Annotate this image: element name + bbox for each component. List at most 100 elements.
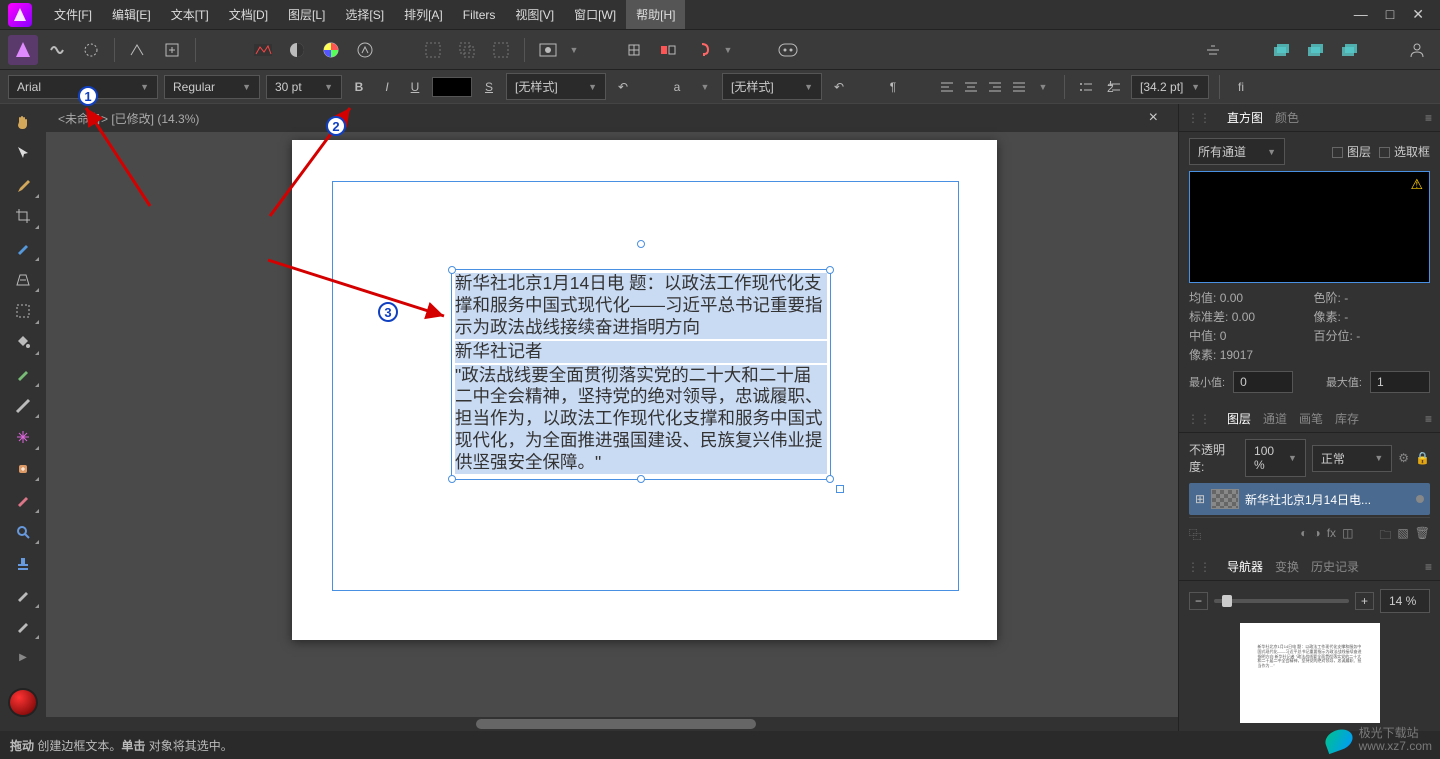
- font-size-dropdown[interactable]: 30 pt▼: [266, 75, 342, 99]
- layer-new-icon[interactable]: ▧: [1397, 526, 1408, 547]
- para-reset-icon[interactable]: ↶: [828, 76, 850, 98]
- tab-color[interactable]: 颜色: [1275, 109, 1299, 126]
- persona-photo-icon[interactable]: [8, 35, 38, 65]
- pilcrow-icon[interactable]: ¶: [882, 76, 904, 98]
- max-input[interactable]: [1370, 371, 1430, 393]
- list-bullet-button[interactable]: [1075, 76, 1097, 98]
- warning-icon[interactable]: ⚠: [1410, 176, 1423, 193]
- zoom-tool-icon[interactable]: [6, 518, 40, 546]
- marquee-tool-icon[interactable]: [6, 297, 40, 325]
- panel-grip-icon[interactable]: ⋮⋮: [1187, 412, 1211, 426]
- char-style-dropdown[interactable]: [无样式]▼: [506, 73, 606, 100]
- layer-fx-icon[interactable]: fx: [1327, 526, 1336, 547]
- ai-icon[interactable]: [773, 35, 803, 65]
- handle-tr[interactable]: [826, 266, 834, 274]
- menu-select[interactable]: 选择[S]: [335, 0, 394, 29]
- menu-document[interactable]: 文档[D]: [219, 0, 278, 29]
- char-style-icon[interactable]: S: [478, 76, 500, 98]
- quickmask-dropdown-icon[interactable]: ▼: [567, 35, 581, 65]
- layer-item[interactable]: ⊞ 新华社北京1月14日电...: [1189, 483, 1430, 515]
- clone-tool-icon[interactable]: [6, 486, 40, 514]
- leading-dropdown[interactable]: [34.2 pt]▼: [1131, 75, 1209, 99]
- panel-menu-icon[interactable]: ≡: [1425, 111, 1432, 125]
- menu-arrange[interactable]: 排列[A]: [394, 0, 453, 29]
- menu-view[interactable]: 视图[V]: [505, 0, 564, 29]
- paint-tool-icon[interactable]: [6, 234, 40, 262]
- assist-icon[interactable]: [687, 35, 717, 65]
- underline-button[interactable]: U: [404, 76, 426, 98]
- zoom-slider-thumb[interactable]: [1222, 595, 1232, 607]
- selection-new-icon[interactable]: [418, 35, 448, 65]
- menu-help[interactable]: 帮助[H]: [626, 0, 685, 29]
- smudge-tool-icon[interactable]: [6, 360, 40, 388]
- rotate-handle[interactable]: [637, 240, 645, 248]
- menu-window[interactable]: 窗口[W]: [564, 0, 626, 29]
- panel-menu-icon[interactable]: ≡: [1425, 412, 1432, 426]
- layer-thumbnail[interactable]: [1211, 489, 1239, 509]
- layer-group-icon[interactable]: ⿻: [1189, 526, 1201, 547]
- layer-crop-icon[interactable]: ◫: [1342, 526, 1353, 547]
- menu-filters[interactable]: Filters: [453, 2, 506, 28]
- zoom-dropdown[interactable]: 14 %: [1380, 589, 1430, 613]
- color-picker-tool-icon[interactable]: [6, 171, 40, 199]
- minimize-button[interactable]: —: [1354, 6, 1368, 23]
- canvas-area[interactable]: <未命名> [已修改] (14.3%) × 新华社北京1月14日电 题：以政法工…: [46, 104, 1178, 731]
- para-style-dropdown-icon[interactable]: ▼: [694, 76, 716, 98]
- menu-text[interactable]: 文本[T]: [161, 0, 219, 29]
- layer-adjust-icon[interactable]: ◑: [1313, 526, 1320, 547]
- menu-layer[interactable]: 图层[L]: [278, 0, 335, 29]
- selection-add-icon[interactable]: [452, 35, 482, 65]
- para-style-dropdown[interactable]: [无样式]▼: [722, 73, 822, 100]
- handle-overflow[interactable]: [836, 485, 844, 493]
- layer-merge-icon[interactable]: [1334, 35, 1364, 65]
- text-content[interactable]: 新华社北京1月14日电 题：以政法工作现代化支撑和服务中国式现代化——习近平总书…: [455, 273, 827, 474]
- menu-file[interactable]: 文件[F]: [44, 0, 102, 29]
- hand-tool-icon[interactable]: [6, 108, 40, 136]
- maximize-button[interactable]: □: [1386, 6, 1394, 23]
- assist-dropdown-icon[interactable]: ▼: [721, 35, 735, 65]
- handle-bl[interactable]: [448, 475, 456, 483]
- tab-histogram[interactable]: 直方图: [1227, 109, 1263, 126]
- paragraph-2[interactable]: 新华社记者: [455, 341, 827, 363]
- paragraph-1[interactable]: 新华社北京1月14日电 题：以政法工作现代化支撑和服务中国式现代化——习近平总书…: [455, 273, 827, 339]
- more-tools-icon[interactable]: ▶: [6, 644, 40, 672]
- adjust-contrast-icon[interactable]: [282, 35, 312, 65]
- tab-stock[interactable]: 库存: [1335, 410, 1359, 427]
- handle-tl[interactable]: [448, 266, 456, 274]
- horizontal-scrollbar[interactable]: [46, 717, 1178, 731]
- move-tool-icon[interactable]: [6, 140, 40, 168]
- persona-develop-icon[interactable]: [76, 35, 106, 65]
- persona-export-icon[interactable]: [157, 35, 187, 65]
- layer-delete-icon[interactable]: 🗑: [1415, 526, 1430, 547]
- tab-history[interactable]: 历史记录: [1311, 558, 1359, 575]
- perspective-tool-icon[interactable]: [6, 266, 40, 294]
- snap-icon[interactable]: [619, 35, 649, 65]
- selection-sub-icon[interactable]: [486, 35, 516, 65]
- adjust-levels-icon[interactable]: [248, 35, 278, 65]
- adjust-autolevel-icon[interactable]: [350, 35, 380, 65]
- layer-dup-icon[interactable]: [1300, 35, 1330, 65]
- layer-visibility-icon[interactable]: [1416, 495, 1424, 503]
- document-tab-close[interactable]: ×: [1141, 109, 1166, 127]
- handle-bm[interactable]: [637, 475, 645, 483]
- sparkle-tool-icon[interactable]: [6, 423, 40, 451]
- heal-tool-icon[interactable]: [6, 455, 40, 483]
- layer-gear-icon[interactable]: ⚙: [1398, 451, 1409, 465]
- align-left-button[interactable]: [936, 76, 958, 98]
- close-button[interactable]: ✕: [1412, 6, 1424, 23]
- color-swatch-icon[interactable]: [8, 688, 38, 718]
- persona-liquify-icon[interactable]: [42, 35, 72, 65]
- panel-grip-icon[interactable]: ⋮⋮: [1187, 560, 1211, 574]
- text-color-swatch[interactable]: [432, 77, 472, 97]
- char-reset-icon[interactable]: ↶: [612, 76, 634, 98]
- font-style-dropdown[interactable]: Regular▼: [164, 75, 260, 99]
- zoom-in-button[interactable]: +: [1355, 592, 1374, 610]
- arrange-align-icon[interactable]: [1198, 35, 1228, 65]
- eraser-tool-icon[interactable]: [6, 613, 40, 641]
- ligature-button[interactable]: fi: [1230, 76, 1252, 98]
- panel-grip-icon[interactable]: ⋮⋮: [1187, 111, 1211, 125]
- layer-expand-icon[interactable]: ⊞: [1195, 492, 1205, 506]
- stamp-tool-icon[interactable]: [6, 549, 40, 577]
- layer-folder-icon[interactable]: 🗀: [1379, 526, 1391, 547]
- snap-toggle-icon[interactable]: [653, 35, 683, 65]
